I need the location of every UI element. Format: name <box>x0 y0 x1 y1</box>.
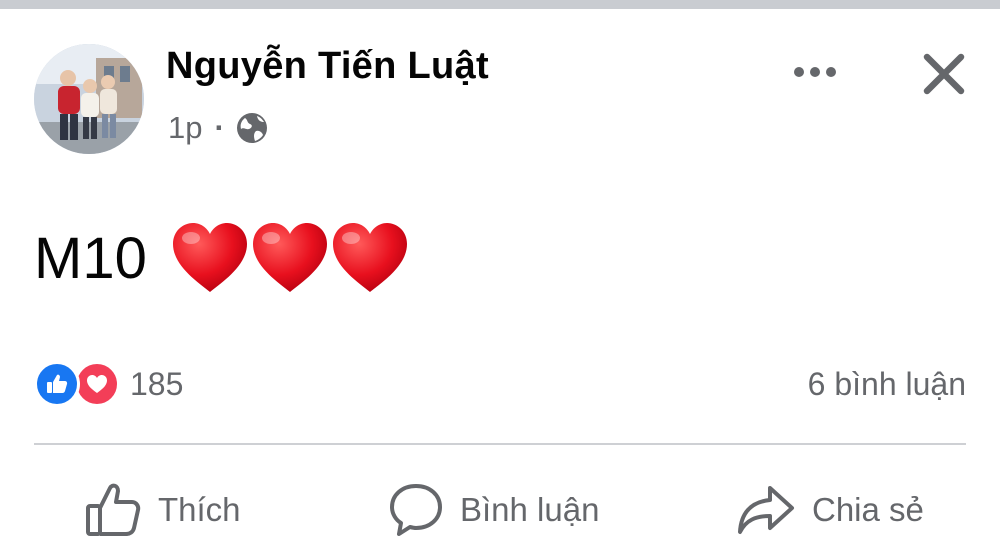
reaction-count: 185 <box>130 365 184 402</box>
love-reaction-icon <box>74 361 120 407</box>
comment-label: Bình luận <box>460 491 600 528</box>
like-button[interactable]: Thích <box>84 470 241 550</box>
avatar[interactable] <box>34 44 144 154</box>
action-bar: Thích Bình luận Chia sẻ <box>34 470 966 550</box>
comments-count[interactable]: 6 bình luận <box>808 366 966 403</box>
post-content: M10 <box>34 220 409 296</box>
more-options-icon[interactable] <box>788 49 842 95</box>
top-edge-bar <box>0 0 1000 9</box>
heart-emoji-group <box>169 220 409 296</box>
comment-button[interactable]: Bình luận <box>388 470 599 550</box>
heart-emoji <box>252 223 327 292</box>
share-label: Chia sẻ <box>812 491 924 528</box>
globe-icon[interactable] <box>235 111 269 145</box>
avatar-photo <box>34 44 144 154</box>
like-label: Thích <box>158 491 241 528</box>
heart-emoji <box>172 223 247 292</box>
post-card: Nguyễn Tiến Luật 1p · M10 185 6 bình luậ… <box>0 9 1000 554</box>
share-icon <box>738 486 794 534</box>
post-time[interactable]: 1p <box>168 110 202 146</box>
reaction-summary[interactable]: 185 <box>34 361 183 407</box>
share-button[interactable]: Chia sẻ <box>736 470 924 550</box>
like-reaction-icon <box>34 361 80 407</box>
close-icon[interactable] <box>917 47 971 101</box>
meta-separator: · <box>214 110 225 145</box>
author-name[interactable]: Nguyễn Tiến Luật <box>166 45 489 88</box>
post-meta: 1p · <box>168 110 269 146</box>
thumbs-up-icon <box>86 483 141 536</box>
heart-emoji <box>332 223 407 292</box>
comment-icon <box>390 484 442 536</box>
divider <box>34 443 966 445</box>
post-text: M10 <box>34 225 147 291</box>
